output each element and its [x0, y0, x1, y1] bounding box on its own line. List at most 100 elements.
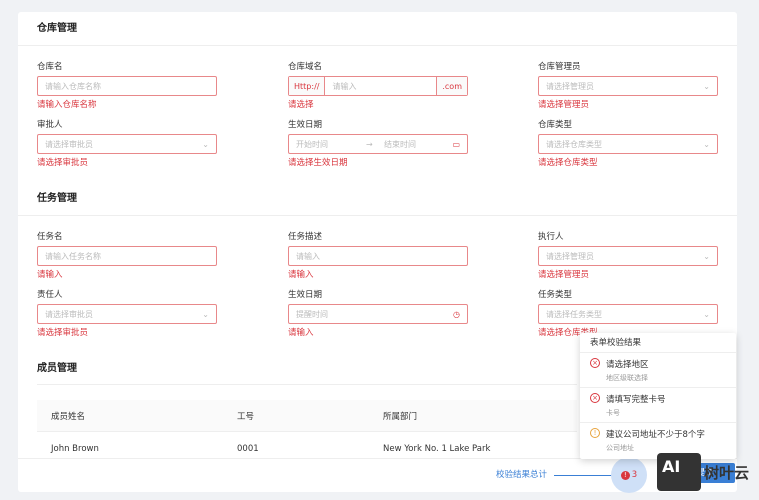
column-header: 所属部门	[383, 411, 418, 422]
error-circle-icon: ×	[590, 358, 600, 368]
chevron-down-icon: ⌄	[202, 139, 209, 149]
chevron-down-icon: ⌄	[703, 139, 710, 149]
arrow-icon: →	[366, 139, 373, 149]
error-text: 请选择管理员	[538, 100, 590, 110]
label: 生效日期	[288, 120, 323, 130]
field-task-type: 任务类型 请选择任务类型 ⌄ 请选择仓库类型	[538, 288, 718, 338]
task-type-select[interactable]: 请选择任务类型 ⌄	[538, 304, 718, 324]
placeholder: 请输入仓库名称	[45, 81, 101, 91]
label: 仓库名	[37, 62, 63, 72]
validation-count-badge[interactable]: ! 3	[611, 457, 647, 493]
error-icon: !	[620, 470, 630, 480]
label: 仓库域名	[288, 62, 323, 72]
field-warehouse-type: 仓库类型 请选择仓库类型 ⌄ 请选择仓库类型	[538, 118, 718, 168]
error-text: 请选择仓库类型	[538, 158, 598, 168]
error-text: 请选择审批员	[37, 158, 89, 168]
field-approver: 审批人 请选择审批员 ⌄ 请选择审批员	[37, 118, 217, 168]
error-text: 请选择管理员	[538, 270, 590, 280]
validation-item[interactable]: × 请选择地区地区级联选择	[580, 353, 736, 388]
placeholder: 请选择审批员	[45, 139, 93, 149]
task-name-input[interactable]: 请输入任务名称	[37, 246, 217, 266]
field-warehouse-name: 仓库名 请输入仓库名称 请输入仓库名称	[37, 60, 217, 110]
watermark-text: 树叶云	[704, 464, 750, 482]
field-task-desc: 任务描述 请输入 请输入	[288, 230, 468, 280]
field-warehouse-manager: 仓库管理员 请选择管理员 ⌄ 请选择管理员	[538, 60, 718, 110]
label: 任务类型	[538, 290, 573, 300]
item-subtitle: 公司地址	[606, 444, 634, 452]
label: 仓库类型	[538, 120, 573, 130]
suffix-addon: .com	[436, 77, 467, 95]
error-text: 请输入仓库名称	[37, 100, 97, 110]
placeholder: 请选择管理员	[546, 251, 594, 261]
executor-select[interactable]: 请选择管理员 ⌄	[538, 246, 718, 266]
label: 生效日期	[288, 290, 323, 300]
member-table: 成员姓名 工号 所属部门 John Brown 0001 New York No…	[37, 400, 577, 466]
field-warehouse-domain: 仓库域名 Http:// 请输入 .com 请选择	[288, 60, 468, 110]
error-text: 请输入	[37, 270, 63, 280]
clock-icon: ◷	[453, 309, 460, 319]
divider	[37, 384, 577, 385]
popover-title: 表单校验结果	[580, 333, 736, 353]
field-owner: 责任人 请选择审批员 ⌄ 请选择审批员	[37, 288, 217, 338]
owner-select[interactable]: 请选择审批员 ⌄	[37, 304, 217, 324]
field-executor: 执行人 请选择管理员 ⌄ 请选择管理员	[538, 230, 718, 280]
footer-bar: 校验结果总计 ! 3 提交	[18, 457, 737, 493]
chevron-down-icon: ⌄	[703, 309, 710, 319]
error-text: 请选择	[288, 100, 314, 110]
placeholder: 请选择仓库类型	[546, 139, 602, 149]
cell: New York No. 1 Lake Park	[383, 444, 491, 454]
label: 仓库管理员	[538, 62, 581, 72]
placeholder: 请选择审批员	[45, 309, 93, 319]
warehouse-name-input[interactable]: 请输入仓库名称	[37, 76, 217, 96]
calendar-icon: ▭	[452, 139, 460, 149]
watermark-logo: AI	[657, 453, 701, 491]
task-desc-input[interactable]: 请输入	[288, 246, 468, 266]
approver-select[interactable]: 请选择审批员 ⌄	[37, 134, 217, 154]
error-text: 请输入	[288, 270, 314, 280]
count: 3	[631, 470, 638, 480]
validation-popover: 表单校验结果 × 请选择地区地区级联选择 × 请填写完整卡号 卡号 ! 建议公司地址不少…	[580, 333, 736, 459]
validation-summary-label: 校验结果总计	[496, 470, 548, 480]
field-task-date: 生效日期 提醒时间 ◷ 请输入	[288, 288, 468, 338]
placeholder: 请输入任务名称	[45, 251, 101, 261]
item-subtitle: 卡号	[606, 409, 620, 417]
column-header: 成员姓名	[51, 411, 86, 422]
item-title: 请选择地区	[606, 360, 649, 370]
warehouse-type-select[interactable]: 请选择仓库类型 ⌄	[538, 134, 718, 154]
error-text: 请选择生效日期	[288, 158, 348, 168]
prefix-addon: Http://	[289, 77, 326, 95]
warehouse-manager-select[interactable]: 请选择管理员 ⌄	[538, 76, 718, 96]
placeholder: 请输入	[296, 251, 320, 261]
placeholder: 请选择任务类型	[546, 309, 602, 319]
chevron-down-icon: ⌄	[703, 81, 710, 91]
section-title-warehouse: 仓库管理	[18, 12, 737, 46]
label: 责任人	[37, 290, 63, 300]
table-header: 成员姓名 工号 所属部门	[37, 400, 577, 432]
label: 审批人	[37, 120, 63, 130]
connector-line	[554, 475, 612, 476]
label: 执行人	[538, 232, 564, 242]
date-range-picker[interactable]: 开始时间 → 结束时间 ▭	[288, 134, 468, 154]
warning-circle-icon: !	[590, 428, 600, 438]
chevron-down-icon: ⌄	[202, 309, 209, 319]
label: 任务描述	[288, 232, 323, 242]
label: 任务名	[37, 232, 63, 242]
chevron-down-icon: ⌄	[703, 251, 710, 261]
item-title: 建议公司地址不少于8个字	[606, 430, 705, 440]
field-effective-date: 生效日期 开始时间 → 结束时间 ▭ 请选择生效日期	[288, 118, 468, 168]
end-date[interactable]: 结束时间	[384, 139, 452, 150]
placeholder: 请选择管理员	[546, 81, 594, 91]
error-text: 请输入	[288, 328, 314, 338]
item-subtitle: 地区级联选择	[606, 374, 648, 382]
start-date[interactable]: 开始时间	[296, 139, 366, 150]
item-title: 请填写完整卡号	[606, 395, 666, 405]
validation-item[interactable]: × 请填写完整卡号 卡号	[580, 388, 736, 423]
time-picker[interactable]: 提醒时间 ◷	[288, 304, 468, 324]
placeholder: 请输入	[332, 81, 357, 91]
cell: John Brown	[51, 444, 99, 454]
warehouse-domain-input[interactable]: Http:// 请输入 .com	[288, 76, 468, 96]
error-circle-icon: ×	[590, 393, 600, 403]
error-text: 请选择审批员	[37, 328, 89, 338]
field-task-name: 任务名 请输入任务名称 请输入	[37, 230, 217, 280]
placeholder: 提醒时间	[296, 309, 328, 319]
